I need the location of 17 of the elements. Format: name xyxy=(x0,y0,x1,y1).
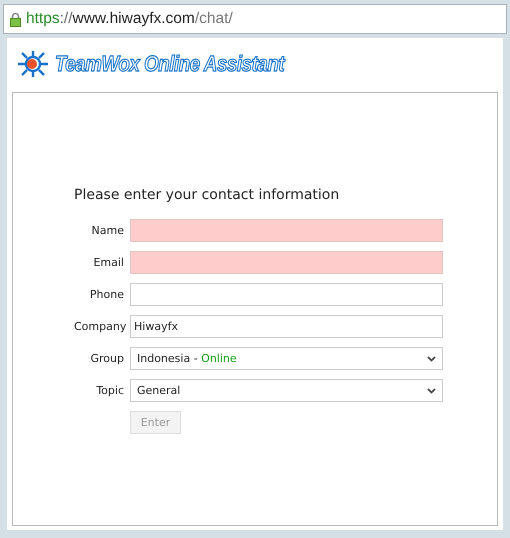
text-field[interactable]: Hiwayfx xyxy=(130,315,443,338)
chevron-icon xyxy=(427,388,436,394)
field-label: Phone xyxy=(88,288,124,301)
logo-icon xyxy=(17,50,49,78)
field-label: Name xyxy=(90,224,124,237)
text-field[interactable] xyxy=(130,283,443,306)
logo-title: TeamWox Online Assistant xyxy=(55,51,284,77)
chevron-icon xyxy=(427,356,436,362)
dropdown[interactable]: General xyxy=(130,379,443,402)
field-label: Topic xyxy=(95,384,124,397)
field-label: Company xyxy=(74,320,124,333)
dropdown[interactable]: Indonesia - Online xyxy=(130,347,443,370)
field-label: Group xyxy=(90,352,124,365)
text-field[interactable] xyxy=(130,219,443,242)
form-heading: Please enter your contact information xyxy=(74,187,340,203)
field-label: Email xyxy=(92,256,124,269)
text-field[interactable] xyxy=(130,251,443,274)
